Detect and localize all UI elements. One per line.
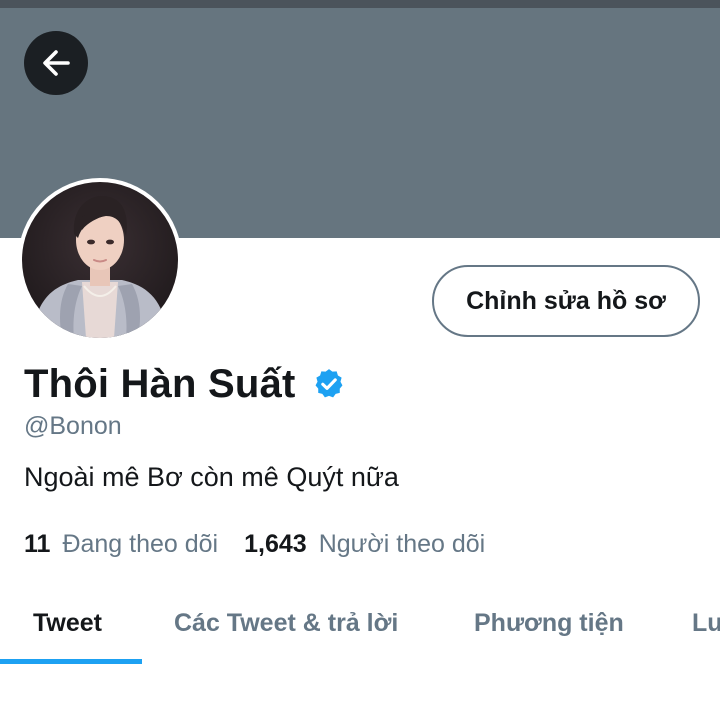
active-tab-indicator	[0, 659, 142, 664]
status-strip	[0, 0, 720, 8]
verified-badge-icon	[312, 367, 346, 401]
tab-tweets-and-replies[interactable]: Các Tweet & trả lời	[174, 580, 398, 666]
display-name: Thôi Hàn Suất	[24, 361, 296, 406]
back-button[interactable]	[24, 31, 88, 95]
profile-bio: Ngoài mê Bơ còn mê Quýt nữa	[24, 462, 399, 492]
following-link[interactable]: 11 Đang theo dõi	[24, 530, 218, 559]
followers-link[interactable]: 1,643 Người theo dõi	[244, 530, 485, 559]
tab-likes[interactable]: Lu	[692, 580, 720, 666]
followers-count: 1,643	[244, 530, 307, 558]
user-handle: @Bonon	[24, 412, 122, 440]
edit-profile-button[interactable]: Chỉnh sửa hồ sơ	[432, 265, 700, 337]
following-count: 11	[24, 530, 51, 558]
tab-media[interactable]: Phương tiện	[474, 580, 624, 666]
avatar[interactable]	[18, 178, 182, 342]
followers-label: Người theo dõi	[318, 530, 486, 558]
name-row: Thôi Hàn Suất	[24, 358, 346, 410]
tab-tweets[interactable]: Tweet	[33, 580, 102, 666]
arrow-left-icon	[43, 50, 70, 76]
profile-tabs: Tweet Các Tweet & trả lời Phương tiện Lu	[0, 580, 720, 666]
profile-photo	[22, 182, 178, 338]
following-label: Đang theo dõi	[62, 530, 219, 558]
profile-page: Chỉnh sửa hồ sơ Thôi Hàn Suất @Bonon Ngo…	[0, 0, 720, 720]
follow-stats: 11 Đang theo dõi 1,643 Người theo dõi	[24, 530, 485, 559]
